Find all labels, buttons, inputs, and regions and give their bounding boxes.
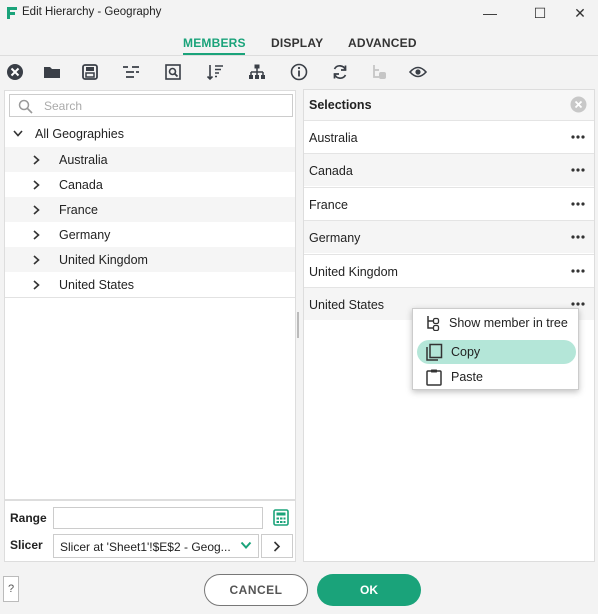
tab-members[interactable]: MEMBERS bbox=[183, 36, 246, 50]
dialog-footer: ? CANCEL OK bbox=[0, 566, 598, 614]
tree-item-france[interactable]: France bbox=[5, 197, 295, 222]
menu-item-label: Show member in tree bbox=[449, 316, 568, 330]
selection-row[interactable]: United Kingdom bbox=[304, 254, 594, 287]
title-bar: Edit Hierarchy - Geography — ☐ ✕ bbox=[0, 0, 598, 26]
minimize-button[interactable]: — bbox=[468, 0, 512, 26]
chevron-down-icon[interactable] bbox=[11, 127, 25, 141]
tab-advanced[interactable]: ADVANCED bbox=[348, 36, 417, 50]
menu-item-show-in-tree[interactable]: Show member in tree bbox=[417, 311, 576, 335]
close-button[interactable]: ✕ bbox=[558, 0, 598, 26]
chevron-right-icon[interactable] bbox=[29, 203, 43, 217]
tab-display[interactable]: DISPLAY bbox=[271, 36, 323, 50]
save-icon[interactable] bbox=[80, 62, 100, 82]
context-menu: Show member in tree Copy Paste bbox=[412, 308, 579, 390]
tree-divider bbox=[5, 297, 295, 298]
tree-item-label: France bbox=[59, 202, 98, 217]
clear-selections-icon[interactable] bbox=[570, 96, 587, 113]
slicer-label: Slicer bbox=[10, 538, 43, 552]
range-slicer-area: Range Slicer Slicer at 'Sheet1'!$E$2 - G… bbox=[4, 500, 296, 562]
selection-label: France bbox=[309, 198, 348, 212]
tree-root-label: All Geographies bbox=[35, 126, 124, 141]
tree-item-label: Germany bbox=[59, 227, 111, 242]
chevron-right-icon[interactable] bbox=[29, 253, 43, 267]
selection-label: United Kingdom bbox=[309, 265, 398, 279]
chevron-right-icon[interactable] bbox=[29, 278, 43, 292]
chevron-down-icon[interactable] bbox=[240, 541, 252, 550]
selection-row[interactable]: France bbox=[304, 187, 594, 220]
more-options-icon[interactable] bbox=[570, 167, 586, 173]
hierarchy-icon[interactable] bbox=[247, 62, 267, 82]
tree-item-label: United Kingdom bbox=[59, 252, 148, 267]
calculator-icon[interactable] bbox=[273, 509, 289, 526]
selection-label: United States bbox=[309, 298, 385, 312]
tree-item-label: Canada bbox=[59, 177, 103, 192]
tree-item-label: United States bbox=[59, 277, 135, 292]
maximize-button[interactable]: ☐ bbox=[518, 0, 562, 26]
more-options-icon[interactable] bbox=[570, 301, 586, 307]
panel-splitter-handle[interactable] bbox=[297, 312, 299, 338]
more-options-icon[interactable] bbox=[570, 201, 586, 207]
search-input[interactable] bbox=[44, 97, 284, 114]
tree-item-canada[interactable]: Canada bbox=[5, 172, 295, 197]
tree-item-label: Australia bbox=[59, 152, 108, 167]
chevron-right-icon[interactable] bbox=[29, 178, 43, 192]
help-button[interactable]: ? bbox=[3, 576, 19, 602]
selection-row[interactable]: Canada bbox=[304, 153, 594, 186]
menu-item-paste[interactable]: Paste bbox=[417, 365, 576, 389]
clear-icon[interactable] bbox=[5, 62, 25, 82]
search-box[interactable] bbox=[9, 94, 293, 117]
selection-row[interactable]: Australia bbox=[304, 120, 594, 153]
copy-icon bbox=[426, 343, 443, 361]
window-title: Edit Hierarchy - Geography bbox=[22, 6, 162, 18]
range-label: Range bbox=[10, 511, 47, 525]
selections-title: Selections bbox=[309, 98, 372, 112]
cancel-button[interactable]: CANCEL bbox=[204, 574, 308, 606]
menu-item-label: Paste bbox=[451, 370, 483, 384]
toolbar bbox=[0, 58, 598, 86]
more-options-icon[interactable] bbox=[570, 134, 586, 140]
tree-item-united-states[interactable]: United States bbox=[5, 272, 295, 297]
selection-label: Germany bbox=[309, 231, 361, 245]
tree-root[interactable]: All Geographies bbox=[5, 121, 295, 146]
more-options-icon[interactable] bbox=[570, 234, 586, 240]
more-options-icon[interactable] bbox=[570, 268, 586, 274]
indent-icon[interactable] bbox=[121, 62, 141, 82]
tree-item-germany[interactable]: Germany bbox=[5, 222, 295, 247]
search-member-icon[interactable] bbox=[163, 62, 183, 82]
chevron-right-icon[interactable] bbox=[29, 153, 43, 167]
menu-item-label: Copy bbox=[451, 345, 481, 359]
slicer-next-button[interactable] bbox=[261, 534, 293, 558]
menu-item-copy[interactable]: Copy bbox=[417, 340, 576, 364]
member-tree-panel: All Geographies Australia Canada France … bbox=[4, 90, 296, 500]
folder-icon[interactable] bbox=[42, 62, 62, 82]
tree-item-australia[interactable]: Australia bbox=[5, 147, 295, 172]
ok-button[interactable]: OK bbox=[317, 574, 421, 606]
range-input[interactable] bbox=[53, 507, 263, 529]
paste-icon bbox=[426, 369, 442, 386]
hierarchy-disabled-icon bbox=[369, 62, 389, 82]
selection-label: Australia bbox=[309, 131, 358, 145]
chevron-right-icon bbox=[273, 540, 281, 552]
selection-label: Canada bbox=[309, 164, 353, 178]
info-icon[interactable] bbox=[289, 62, 309, 82]
sort-icon[interactable] bbox=[205, 62, 225, 82]
slicer-value: Slicer at 'Sheet1'!$E$2 - Geog... bbox=[60, 540, 231, 554]
selections-header: Selections bbox=[304, 90, 594, 120]
chevron-right-icon[interactable] bbox=[29, 228, 43, 242]
tree-icon bbox=[427, 316, 440, 331]
app-logo-icon bbox=[7, 7, 17, 19]
search-icon bbox=[18, 99, 33, 114]
view-icon[interactable] bbox=[408, 62, 428, 82]
refresh-icon[interactable] bbox=[330, 62, 350, 82]
selection-row[interactable]: Germany bbox=[304, 220, 594, 253]
tab-divider bbox=[0, 55, 598, 56]
tab-bar: MEMBERS DISPLAY ADVANCED bbox=[0, 30, 598, 56]
tree-item-united-kingdom[interactable]: United Kingdom bbox=[5, 247, 295, 272]
slicer-dropdown[interactable]: Slicer at 'Sheet1'!$E$2 - Geog... bbox=[53, 534, 259, 558]
